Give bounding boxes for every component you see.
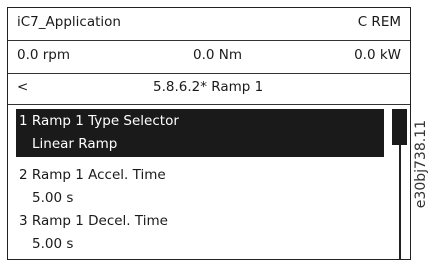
divider [8, 73, 410, 74]
param-name: 1 Ramp 1 Type Selector [19, 113, 179, 129]
param-name: 3 Ramp 1 Decel. Time [19, 213, 168, 229]
param-value: 5.00 s [32, 236, 74, 252]
figure-id: e30bj738.11 [413, 120, 429, 209]
menu-title: 5.8.6.2* Ramp 1 [153, 79, 264, 95]
param-item-accel-time[interactable]: 2 Ramp 1 Accel. Time 5.00 s [16, 163, 384, 211]
power-readout: 0.0 kW [354, 47, 401, 63]
param-item-decel-time[interactable]: 3 Ramp 1 Decel. Time 5.00 s [16, 209, 384, 257]
param-value: 5.00 s [32, 190, 74, 206]
speed-readout: 0.0 rpm [17, 47, 71, 63]
param-item-ramp-type[interactable]: 1 Ramp 1 Type Selector Linear Ramp [16, 109, 384, 157]
torque-readout: 0.0 Nm [193, 47, 243, 63]
readout-bar: 0.0 rpm 0.0 Nm 0.0 kW [8, 47, 410, 69]
param-name: 2 Ramp 1 Accel. Time [19, 167, 166, 183]
param-value: Linear Ramp [32, 136, 118, 152]
rem-indicator: C REM [357, 14, 401, 30]
scrollbar-thumb[interactable] [392, 109, 407, 145]
app-name: iC7_Application [17, 14, 121, 30]
drive-display: iC7_Application C REM 0.0 rpm 0.0 Nm 0.0… [7, 7, 411, 260]
menu-nav: < 5.8.6.2* Ramp 1 [8, 79, 410, 99]
divider [8, 104, 410, 105]
status-header: iC7_Application C REM [8, 14, 410, 36]
back-button[interactable]: < [17, 79, 28, 95]
divider [8, 40, 410, 41]
figure-id-wrap: e30bj738.11 [413, 120, 435, 240]
